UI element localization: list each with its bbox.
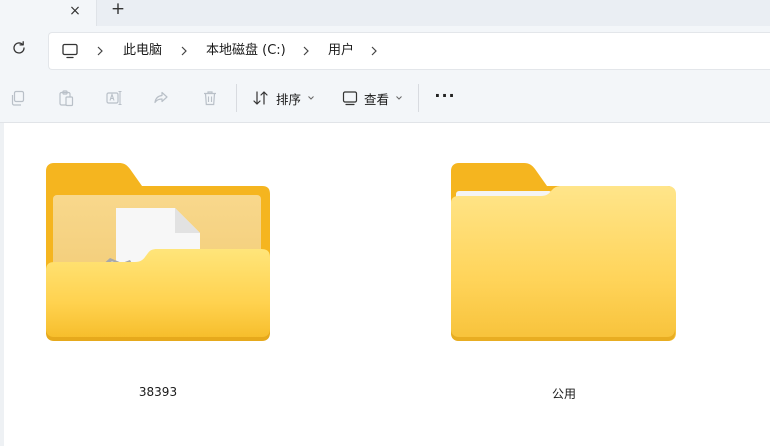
chevron-right-icon[interactable] [178,45,190,57]
share-icon[interactable] [152,89,170,107]
chevron-right-icon[interactable] [300,45,312,57]
folder-with-file-icon [46,163,270,341]
folder-name[interactable]: 公用 [504,385,624,402]
address-bar[interactable]: 此电脑 本地磁盘 (C:) 用户 [48,32,770,70]
chevron-down-icon [308,96,314,100]
toolbar-divider [418,84,419,112]
sort-icon [253,91,268,105]
delete-icon[interactable] [201,89,219,107]
toolbar-divider [236,84,237,112]
chevron-right-icon[interactable] [94,45,106,57]
command-bar: 排序 查看 ··· [0,74,770,123]
address-row: 此电脑 本地磁盘 (C:) 用户 [0,26,770,74]
view-label: 查看 [364,91,390,107]
new-tab-button[interactable]: + [108,0,128,20]
sort-button[interactable]: 排序 [252,86,315,110]
active-tab[interactable]: × [0,0,97,26]
tab-close-button[interactable]: × [66,2,84,20]
rename-icon[interactable] [105,89,123,107]
chevron-right-icon[interactable] [368,45,380,57]
copy-icon[interactable] [9,89,27,107]
folder-item[interactable] [44,161,272,341]
refresh-icon[interactable] [10,39,28,57]
breadcrumb-local-disk[interactable]: 本地磁盘 (C:) [206,42,286,60]
folder-icon [451,163,676,341]
folder-item[interactable] [449,161,677,341]
more-options-button[interactable]: ··· [432,88,458,108]
tab-strip: × + [0,0,770,26]
view-icon [342,91,358,106]
view-button[interactable]: 查看 [342,86,403,110]
file-list: 38393 公用 [0,123,770,446]
breadcrumb-this-pc[interactable]: 此电脑 [123,42,162,60]
paste-icon[interactable] [57,89,75,107]
computer-icon[interactable] [61,42,79,60]
breadcrumb-users[interactable]: 用户 [328,42,354,60]
chevron-down-icon [396,96,402,100]
folder-name[interactable]: 38393 [98,385,218,399]
sort-label: 排序 [276,91,302,107]
pane-edge [0,123,4,446]
